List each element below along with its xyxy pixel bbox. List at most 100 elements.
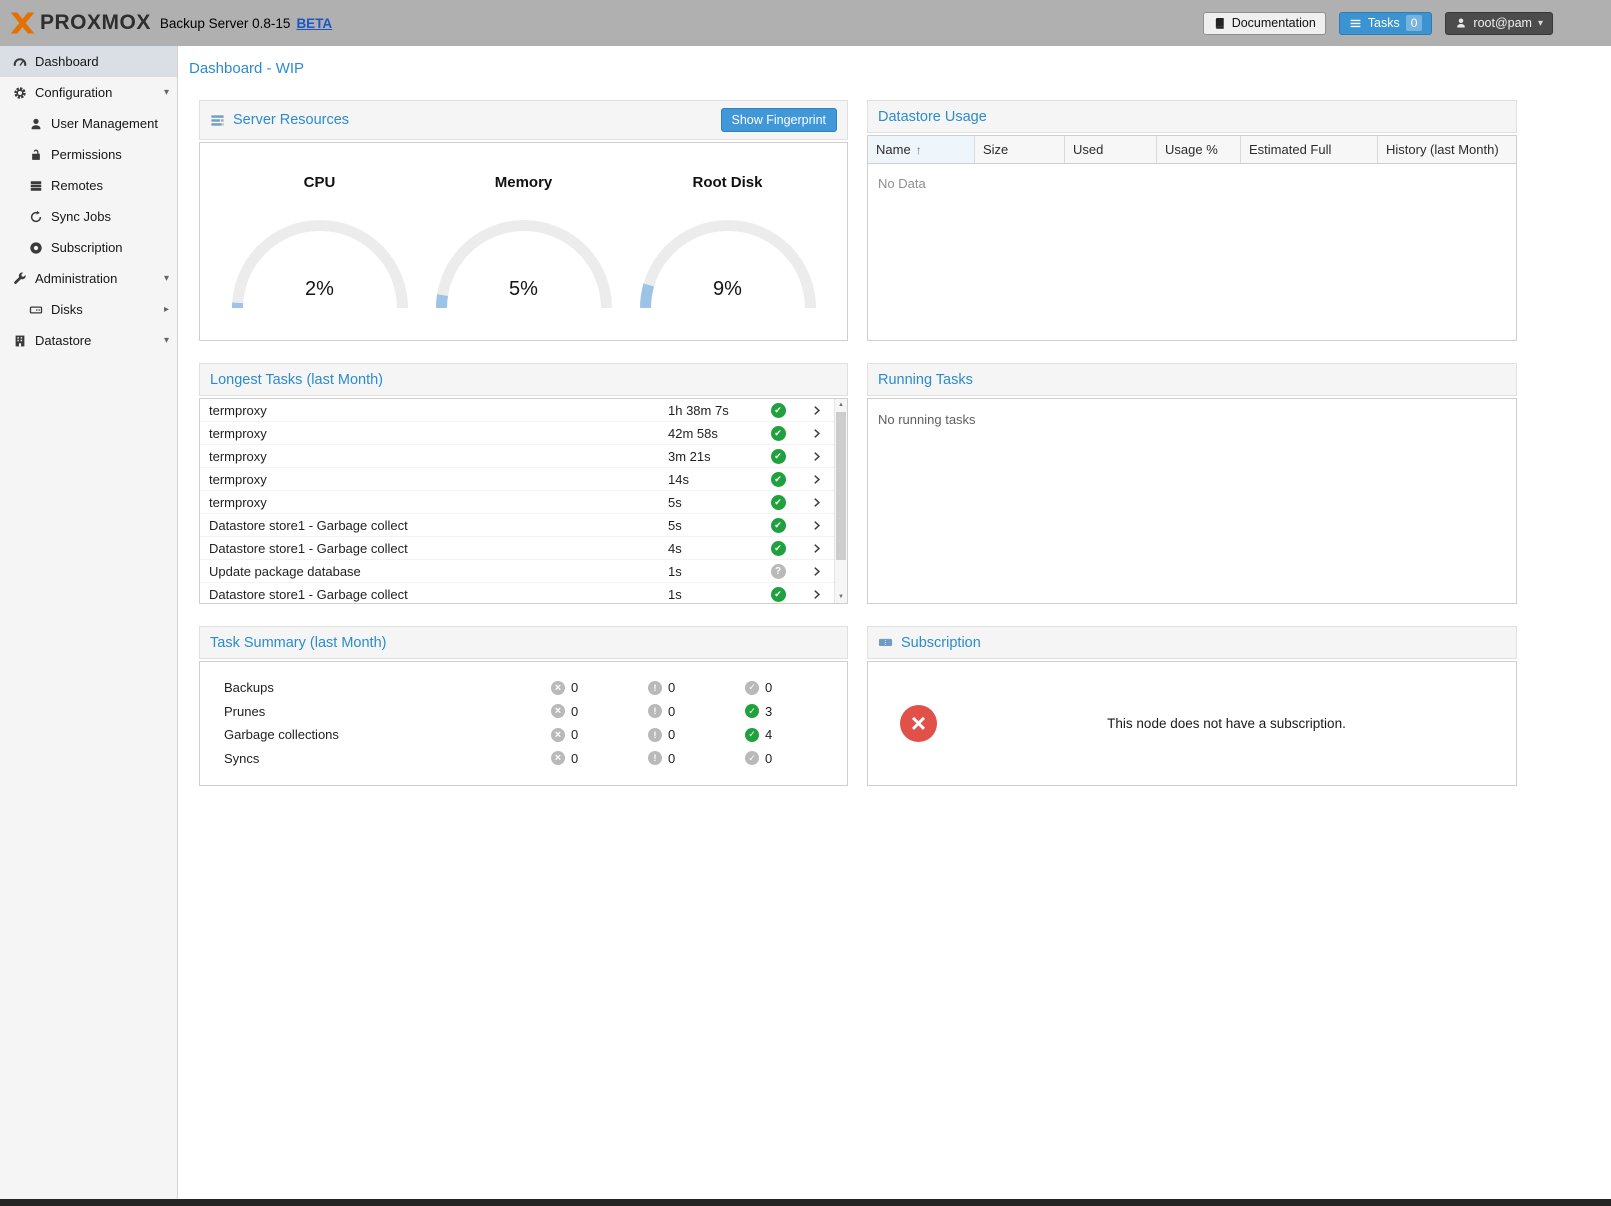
sidebar: Dashboard Configuration ▾ User Managemen… bbox=[0, 46, 178, 1199]
ok-count: 0 bbox=[765, 751, 772, 766]
error-circle-icon bbox=[551, 704, 565, 718]
open-task-icon[interactable] bbox=[798, 450, 834, 463]
panel-title: Subscription bbox=[901, 635, 981, 651]
beta-link[interactable]: BETA bbox=[296, 16, 332, 31]
task-row[interactable]: Datastore store1 - Garbage collect 5s bbox=[200, 514, 834, 537]
sidebar-item-sync-jobs[interactable]: Sync Jobs bbox=[0, 201, 177, 232]
show-fingerprint-button[interactable]: Show Fingerprint bbox=[721, 108, 838, 132]
memory-gauge: Memory 5% bbox=[422, 143, 626, 340]
check-circle-icon bbox=[745, 728, 759, 742]
proxmox-logo: PROXMOX bbox=[10, 11, 151, 35]
panel-title: Datastore Usage bbox=[878, 109, 987, 125]
open-task-icon[interactable] bbox=[798, 542, 834, 555]
error-circle-icon bbox=[551, 751, 565, 765]
summary-row: Prunes 0 0 3 bbox=[200, 700, 847, 724]
error-circle-icon bbox=[551, 681, 565, 695]
sidebar-item-subscription[interactable]: Subscription bbox=[0, 232, 177, 263]
resource-bars-icon bbox=[210, 113, 225, 128]
brand-text: PROXMOX bbox=[40, 11, 151, 35]
task-summary-panel: Task Summary (last Month) Backups 0 0 0 … bbox=[199, 626, 848, 786]
ok-count: 3 bbox=[765, 704, 772, 719]
hdd-icon bbox=[28, 302, 43, 317]
tachometer-icon bbox=[12, 54, 27, 69]
task-row[interactable]: termproxy 14s bbox=[200, 468, 834, 491]
cpu-gauge: CPU 2% bbox=[218, 143, 422, 340]
documentation-button[interactable]: Documentation bbox=[1203, 12, 1326, 35]
scroll-down-icon[interactable]: ▼ bbox=[835, 591, 847, 603]
sidebar-item-administration[interactable]: Administration ▾ bbox=[0, 263, 177, 294]
open-task-icon[interactable] bbox=[798, 427, 834, 440]
gauge-label: Memory bbox=[495, 174, 553, 191]
task-status-icon bbox=[771, 403, 786, 418]
open-task-icon[interactable] bbox=[798, 588, 834, 601]
task-row[interactable]: Datastore store1 - Garbage collect 1s bbox=[200, 583, 834, 604]
wrench-icon bbox=[12, 271, 27, 286]
warning-count: 0 bbox=[668, 704, 675, 719]
page-title: Dashboard - WIP bbox=[189, 60, 1611, 78]
column-header-used[interactable]: Used bbox=[1065, 136, 1157, 163]
warning-circle-icon bbox=[648, 681, 662, 695]
topbar: PROXMOX Backup Server 0.8-15 BETA Docume… bbox=[0, 0, 1611, 46]
running-tasks-panel: Running Tasks No running tasks bbox=[867, 363, 1517, 604]
tasks-button[interactable]: Tasks 0 bbox=[1339, 12, 1433, 35]
task-row[interactable]: termproxy 3m 21s bbox=[200, 445, 834, 468]
scroll-up-icon[interactable]: ▲ bbox=[835, 399, 847, 411]
sidebar-item-permissions[interactable]: Permissions bbox=[0, 139, 177, 170]
proxmox-x-icon bbox=[10, 12, 35, 34]
unlock-icon bbox=[28, 147, 43, 162]
open-task-icon[interactable] bbox=[798, 473, 834, 486]
scrollbar-thumb[interactable] bbox=[836, 412, 846, 560]
refresh-icon bbox=[28, 209, 43, 224]
chevron-down-icon: ▾ bbox=[164, 87, 169, 98]
book-icon bbox=[1213, 17, 1226, 30]
sidebar-item-configuration[interactable]: Configuration ▾ bbox=[0, 77, 177, 108]
sidebar-item-datastore[interactable]: Datastore ▾ bbox=[0, 325, 177, 356]
warning-count: 0 bbox=[668, 751, 675, 766]
task-status-icon bbox=[771, 472, 786, 487]
gauge-label: CPU bbox=[304, 174, 336, 191]
sidebar-item-disks[interactable]: Disks ▸ bbox=[0, 294, 177, 325]
main-content: Dashboard - WIP Server Resources Show Fi… bbox=[178, 46, 1611, 1199]
task-row[interactable]: Update package database 1s bbox=[200, 560, 834, 583]
task-status-icon bbox=[771, 518, 786, 533]
longest-tasks-panel: Longest Tasks (last Month) termproxy 1h … bbox=[199, 363, 848, 604]
chevron-down-icon: ▾ bbox=[164, 335, 169, 346]
task-row[interactable]: termproxy 1h 38m 7s bbox=[200, 399, 834, 422]
warning-count: 0 bbox=[668, 680, 675, 695]
times-circle-icon bbox=[900, 705, 937, 742]
chevron-right-icon: ▸ bbox=[164, 304, 169, 315]
task-row[interactable]: termproxy 5s bbox=[200, 491, 834, 514]
user-menu-button[interactable]: root@pam ▾ bbox=[1445, 12, 1553, 35]
open-task-icon[interactable] bbox=[798, 404, 834, 417]
task-row[interactable]: termproxy 42m 58s bbox=[200, 422, 834, 445]
gear-icon bbox=[12, 85, 27, 100]
topbar-actions: Documentation Tasks 0 root@pam ▾ bbox=[1203, 12, 1553, 35]
life-ring-icon bbox=[28, 240, 43, 255]
open-task-icon[interactable] bbox=[798, 519, 834, 532]
error-count: 0 bbox=[571, 727, 578, 742]
open-task-icon[interactable] bbox=[798, 565, 834, 578]
task-status-icon bbox=[771, 564, 786, 579]
column-header-usage-pct[interactable]: Usage % bbox=[1157, 136, 1241, 163]
warning-circle-icon bbox=[648, 728, 662, 742]
task-status-icon bbox=[771, 541, 786, 556]
column-header-size[interactable]: Size bbox=[975, 136, 1065, 163]
scrollbar[interactable]: ▲ ▼ bbox=[834, 399, 847, 603]
open-task-icon[interactable] bbox=[798, 496, 834, 509]
column-header-history[interactable]: History (last Month) bbox=[1378, 136, 1516, 163]
warning-circle-icon bbox=[648, 704, 662, 718]
task-row[interactable]: Datastore store1 - Garbage collect 4s bbox=[200, 537, 834, 560]
check-circle-icon bbox=[745, 681, 759, 695]
ok-count: 0 bbox=[765, 680, 772, 695]
gauge-label: Root Disk bbox=[692, 174, 762, 191]
sidebar-item-user-management[interactable]: User Management bbox=[0, 108, 177, 139]
building-icon bbox=[12, 333, 27, 348]
sidebar-item-dashboard[interactable]: Dashboard bbox=[0, 46, 177, 77]
subscription-panel: Subscription This node does not have a s… bbox=[867, 626, 1517, 786]
column-header-estimated-full[interactable]: Estimated Full bbox=[1241, 136, 1378, 163]
error-count: 0 bbox=[571, 751, 578, 766]
sidebar-item-remotes[interactable]: Remotes bbox=[0, 170, 177, 201]
empty-text: No Data bbox=[868, 164, 1516, 203]
column-header-name[interactable]: Name ↑ bbox=[868, 136, 975, 163]
ok-count: 4 bbox=[765, 727, 772, 742]
